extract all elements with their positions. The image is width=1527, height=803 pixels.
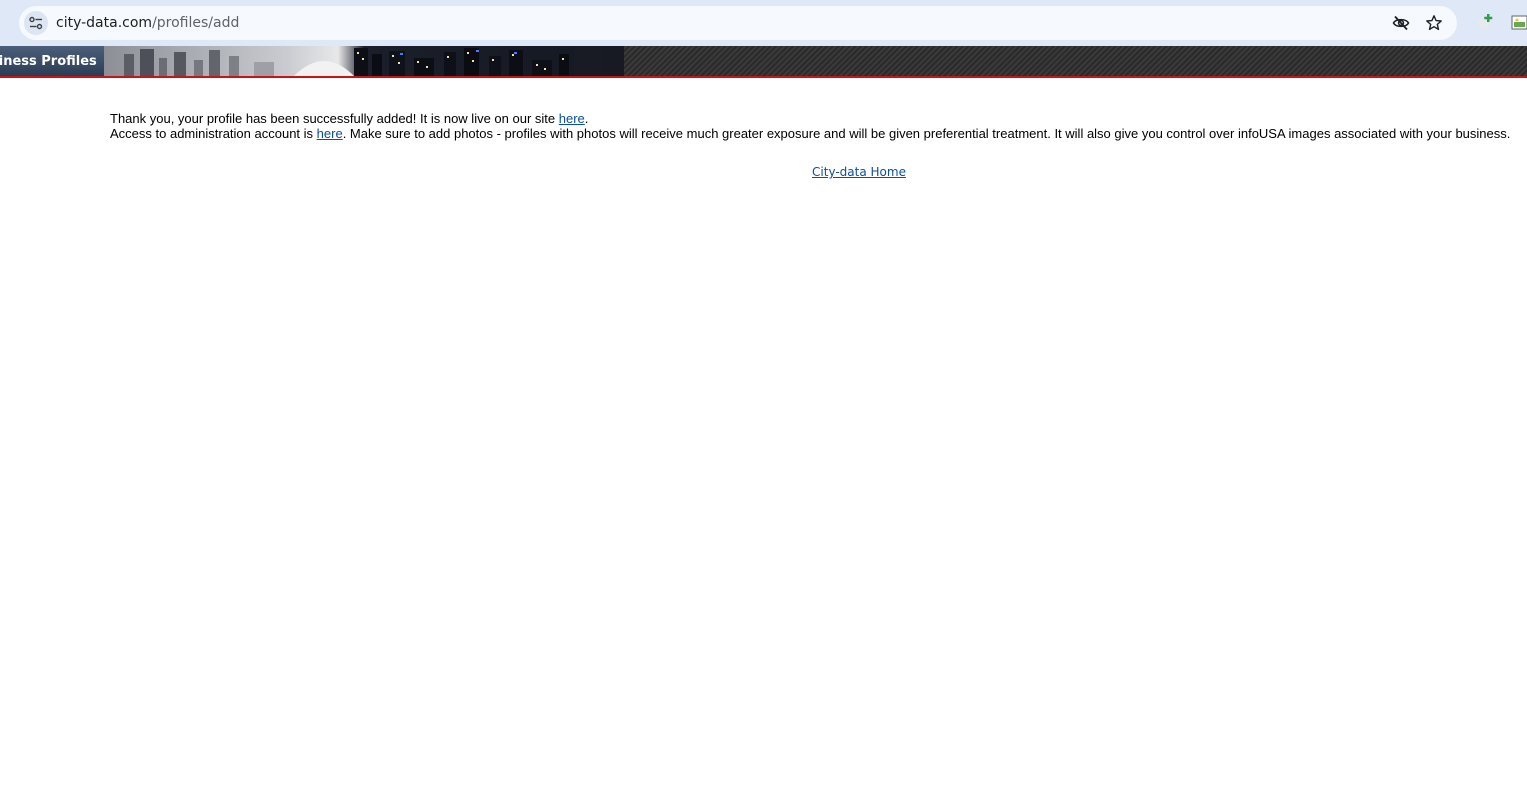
home-link-container: City-data Home: [0, 165, 1527, 179]
admin-line: Access to administration account is here…: [110, 126, 1520, 141]
admin-text: Access to administration account is: [110, 126, 317, 141]
admin-account-link[interactable]: here: [317, 126, 343, 141]
profile-live-link[interactable]: here: [559, 111, 585, 126]
success-text-end: .: [584, 111, 589, 126]
success-line: Thank you, your profile has been success…: [110, 111, 1520, 126]
url-host: city-data.com: [56, 15, 153, 31]
url-text[interactable]: city-data.com/profiles/add: [56, 6, 239, 40]
section-title: siness Profiles: [0, 46, 104, 76]
url-path: /profiles/add: [152, 15, 240, 31]
eye-off-icon[interactable]: [1392, 14, 1410, 32]
address-bar[interactable]: city-data.com/profiles/add: [19, 6, 1457, 40]
extension-image-icon[interactable]: [1511, 13, 1527, 31]
city-data-home-link[interactable]: City-data Home: [812, 165, 906, 179]
browser-toolbar: city-data.com/profiles/add: [0, 0, 1527, 46]
confirmation-message: Thank you, your profile has been success…: [110, 111, 1520, 141]
bookmark-star-icon[interactable]: [1425, 14, 1443, 32]
success-text: Thank you, your profile has been success…: [110, 111, 559, 126]
site-header-banner: siness Profiles: [0, 46, 1527, 78]
extension-add-icon[interactable]: [1476, 13, 1494, 31]
site-info-icon[interactable]: [24, 11, 48, 35]
admin-text-end: . Make sure to add photos - profiles wit…: [342, 126, 1511, 141]
city-skyline-image: [104, 46, 624, 76]
